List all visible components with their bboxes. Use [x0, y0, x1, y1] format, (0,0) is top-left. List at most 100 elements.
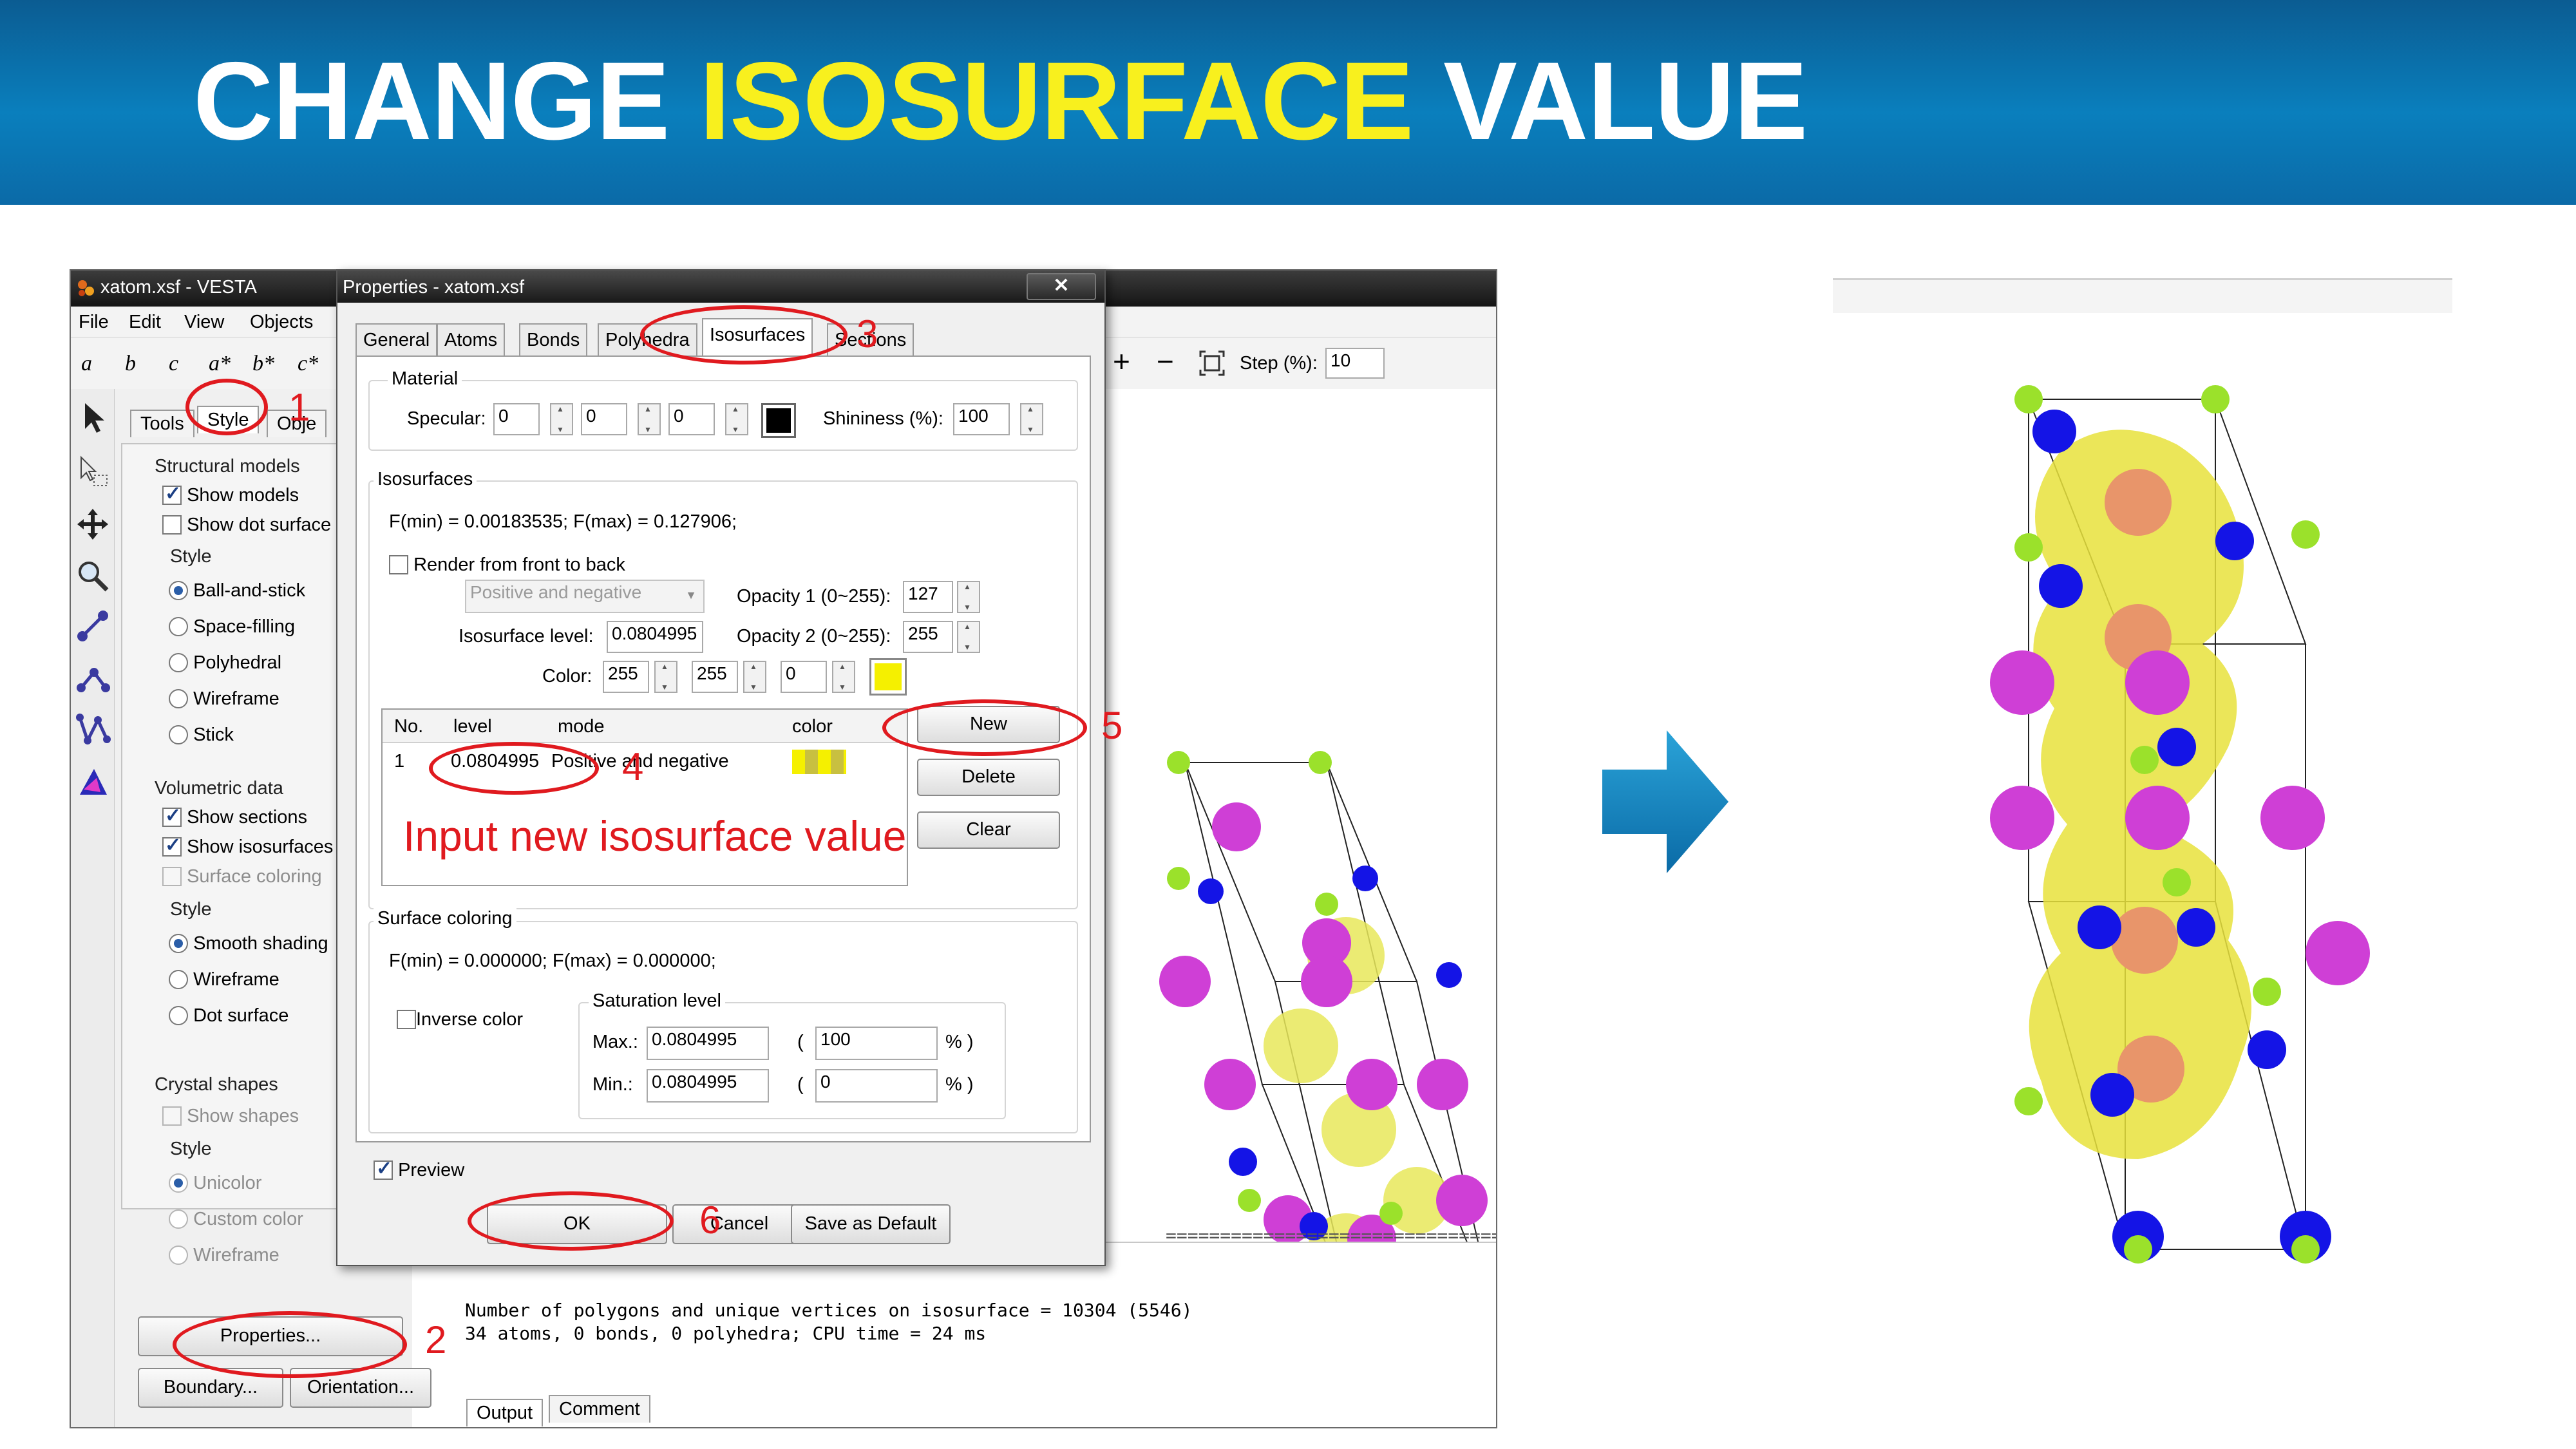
table-header-color: color: [792, 716, 833, 737]
output-line-1: Number of polygons and unique vertices o…: [465, 1300, 1193, 1321]
tab-tools[interactable]: Tools: [130, 410, 194, 437]
color-b-spinner[interactable]: [832, 661, 855, 693]
specular-b-spinner[interactable]: [725, 403, 748, 435]
wireframe-label: Wireframe: [193, 688, 279, 709]
saturation-max-input[interactable]: 0.0804995: [647, 1027, 769, 1060]
axis-cstar-button[interactable]: c*: [298, 352, 318, 376]
show-sections-checkbox[interactable]: Show sections: [162, 804, 307, 828]
dihedral-angle-icon[interactable]: [75, 711, 111, 747]
menu-edit[interactable]: Edit: [129, 312, 161, 333]
move-icon[interactable]: [75, 506, 111, 542]
shininess-input[interactable]: 100: [953, 403, 1010, 435]
step-number-1: 1: [289, 386, 310, 429]
slide-title: CHANGE ISOSURFACE VALUE: [193, 37, 1808, 165]
select-region-icon[interactable]: [75, 453, 111, 489]
specular-b-input[interactable]: 0: [668, 403, 715, 435]
zoom-out-button[interactable]: −: [1157, 344, 1174, 379]
annotation-text: Input new isosurface value: [403, 812, 907, 860]
opacity1-input[interactable]: 127: [903, 581, 953, 613]
vesta-title: xatom.xsf - VESTA: [100, 277, 257, 298]
axis-bstar-button[interactable]: b*: [252, 352, 274, 376]
mode-select[interactable]: Positive and negative ▼: [465, 580, 705, 613]
opacity1-spinner[interactable]: [957, 581, 980, 613]
table-header-level: level: [453, 716, 492, 737]
specular-g-input[interactable]: 0: [581, 403, 627, 435]
tab-bonds[interactable]: Bonds: [519, 323, 588, 355]
magnify-icon[interactable]: [75, 558, 111, 594]
menu-file[interactable]: File: [79, 312, 109, 333]
color-g-input[interactable]: 255: [692, 661, 738, 693]
style-stick-radio[interactable]: Stick: [169, 724, 234, 746]
iso-color-swatch[interactable]: [869, 658, 907, 696]
render-front-to-back-checkbox[interactable]: Render from front to back: [389, 554, 625, 576]
specular-color-swatch[interactable]: [761, 403, 796, 438]
shininess-spinner[interactable]: [1020, 403, 1043, 435]
select-pointer-icon[interactable]: [75, 399, 111, 435]
zoom-in-button[interactable]: +: [1113, 344, 1130, 379]
iso-fmin-fmax: F(min) = 0.00183535; F(max) = 0.127906;: [389, 511, 737, 532]
tab-atoms[interactable]: Atoms: [437, 323, 506, 355]
max-open-paren: (: [797, 1032, 804, 1052]
color-r-input[interactable]: 255: [603, 661, 649, 693]
output-area: ================================ Number …: [464, 1225, 1496, 1427]
surface-coloring-checkbox[interactable]: Surface coloring: [162, 866, 322, 887]
style-ball-and-stick-radio[interactable]: Ball-and-stick: [169, 580, 305, 601]
close-button[interactable]: ✕: [1027, 273, 1096, 300]
style-wireframe-radio[interactable]: Wireframe: [169, 688, 279, 710]
save-as-default-button[interactable]: Save as Default: [791, 1204, 951, 1244]
dot-surface-label: Dot surface: [193, 1005, 289, 1026]
crystal-wireframe-label: Wireframe: [193, 1244, 279, 1265]
tab-general[interactable]: General: [355, 323, 438, 355]
style-polyhedral-radio[interactable]: Polyhedral: [169, 652, 281, 674]
smooth-shading-radio[interactable]: Smooth shading: [169, 933, 328, 954]
distance-icon[interactable]: [75, 608, 111, 644]
color-b-input[interactable]: 0: [781, 661, 827, 693]
opacity2-spinner[interactable]: [957, 621, 980, 653]
title-highlight: ISOSURFACE: [699, 39, 1414, 163]
opacity2-label: Opacity 2 (0~255):: [737, 626, 891, 647]
axis-c-button[interactable]: c: [169, 352, 178, 376]
vesta-app-icon: [76, 278, 95, 298]
delete-button[interactable]: Delete: [917, 759, 1060, 796]
show-shapes-checkbox[interactable]: Show shapes: [162, 1105, 299, 1127]
opacity2-input[interactable]: 255: [903, 621, 953, 653]
saturation-min-input[interactable]: 0.0804995: [647, 1069, 769, 1103]
cancel-button[interactable]: Cancel: [672, 1204, 806, 1244]
dot-surface-radio[interactable]: Dot surface: [169, 1005, 289, 1027]
saturation-min-pct-input[interactable]: 0: [815, 1069, 938, 1103]
step-input[interactable]: 10: [1325, 348, 1385, 379]
show-isosurfaces-checkbox[interactable]: Show isosurfaces: [162, 834, 333, 858]
fit-to-screen-icon[interactable]: [1199, 350, 1225, 376]
axis-astar-button[interactable]: a*: [209, 352, 231, 376]
custom-color-radio[interactable]: Custom color: [169, 1208, 303, 1230]
atom-info-icon[interactable]: [75, 764, 111, 800]
axis-b-button[interactable]: b: [125, 352, 136, 376]
menu-objects[interactable]: Objects: [250, 312, 313, 333]
specular-r-input[interactable]: 0: [493, 403, 540, 435]
inverse-color-checkbox[interactable]: Inverse color: [397, 1009, 523, 1030]
unicolor-radio[interactable]: Unicolor: [169, 1172, 261, 1194]
menu-view[interactable]: View: [184, 312, 224, 333]
crystal-style-title: Style: [170, 1139, 212, 1159]
specular-g-spinner[interactable]: [638, 403, 661, 435]
crystal-wireframe-radio[interactable]: Wireframe: [169, 1244, 279, 1266]
clear-button[interactable]: Clear: [917, 811, 1060, 849]
color-r-spinner[interactable]: [654, 661, 677, 693]
vol-wireframe-radio[interactable]: Wireframe: [169, 969, 279, 990]
show-dot-surface-checkbox[interactable]: Show dot surface: [162, 514, 331, 536]
output-separator: ================================: [1166, 1225, 1497, 1246]
tab-output[interactable]: Output: [466, 1399, 544, 1426]
step-label: Step (%):: [1240, 353, 1318, 374]
properties-titlebar[interactable]: Properties - xatom.xsf ✕: [337, 270, 1104, 303]
show-models-checkbox[interactable]: Show models: [162, 482, 299, 506]
preview-checkbox[interactable]: Preview: [374, 1157, 464, 1181]
specular-r-spinner[interactable]: [550, 403, 573, 435]
crystal-shapes-title: Crystal shapes: [155, 1074, 278, 1095]
axis-a-button[interactable]: a: [81, 352, 92, 376]
saturation-max-pct-input[interactable]: 100: [815, 1027, 938, 1060]
isosurface-level-input[interactable]: 0.0804995: [607, 621, 703, 653]
style-space-filling-radio[interactable]: Space-filling: [169, 616, 295, 638]
tab-comment[interactable]: Comment: [549, 1395, 650, 1423]
angle-icon[interactable]: [75, 659, 111, 696]
color-g-spinner[interactable]: [743, 661, 766, 693]
